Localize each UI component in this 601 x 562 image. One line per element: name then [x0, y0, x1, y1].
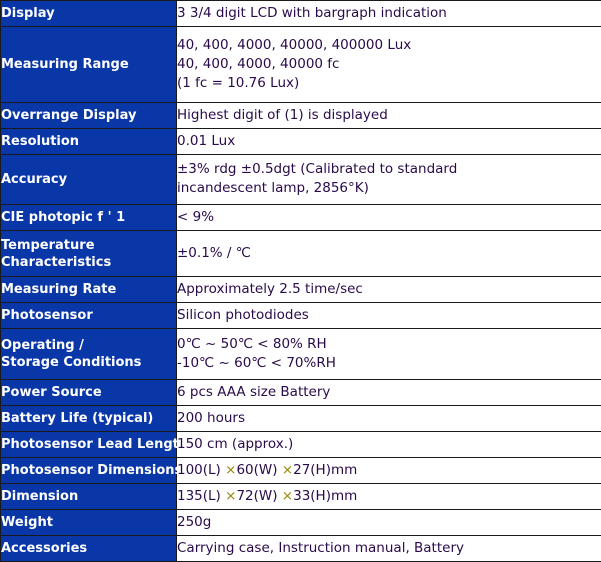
spec-value-line: -10℃ ~ 60℃ < 70%RH	[177, 354, 336, 371]
spec-label-cell: Dimension	[0, 482, 177, 510]
specifications-table: Display 3 3/4 digit LCD with bargraph ind…	[0, 0, 601, 562]
spec-value-cell: 150 cm (approx.)	[176, 430, 601, 458]
spec-label-cell: Accuracy	[0, 153, 177, 206]
spec-value-cell: Carrying case, Instruction manual, Batte…	[176, 534, 601, 562]
spec-label-cell: Accessories	[0, 534, 177, 562]
spec-value-line: ±3% rdg ±0.5dgt (Calibrated to standard	[177, 161, 458, 178]
spec-value-cell: < 9%	[176, 204, 601, 232]
spec-value-cell: Highest digit of (1) is displayed	[176, 101, 601, 129]
spec-value-line: ±0.1% / ℃	[177, 245, 251, 262]
spec-value-line: 100(L) ×60(W) ×27(H)mm	[177, 461, 358, 478]
spec-label-cell: Photosensor Dimensions	[0, 456, 183, 484]
spec-label-line: CIE photopic f ' 1	[1, 210, 126, 226]
spec-value-line: Highest digit of (1) is displayed	[177, 106, 388, 123]
table-row: Measuring Rate Approximately 2.5 time/sec	[0, 275, 601, 303]
spec-value-line: Approximately 2.5 time/sec	[177, 280, 363, 297]
spec-value-line: < 9%	[177, 209, 215, 226]
spec-label-line: Accessories	[1, 540, 88, 556]
spec-value-line: 40, 400, 4000, 40000 fc	[177, 55, 340, 72]
spec-value-cell: Silicon photodiodes	[176, 301, 601, 329]
spec-label-cell: Overrange Display	[0, 101, 177, 129]
spec-value-cell: 0.01 Lux	[176, 127, 601, 155]
spec-value-cell: 200 hours	[176, 404, 601, 432]
spec-label-cell: CIE photopic f ' 1	[0, 204, 177, 232]
spec-value-line: 40, 400, 4000, 40000, 400000 Lux	[177, 36, 412, 53]
spec-value-line: 150 cm (approx.)	[177, 435, 294, 452]
spec-label-cell: Photosensor Lead Length	[0, 430, 189, 458]
spec-value-cell: 40, 400, 4000, 40000, 400000 Lux 40, 400,…	[176, 26, 601, 103]
spec-value-cell: 3 3/4 digit LCD with bargraph indication	[176, 0, 601, 28]
spec-value-line: Carrying case, Instruction manual, Batte…	[177, 539, 464, 556]
table-row: Dimension 135(L) ×72(W) ×33(H)mm	[0, 482, 601, 510]
spec-label-cell: Resolution	[0, 127, 177, 155]
table-row: Battery Life (typical) 200 hours	[0, 404, 601, 432]
spec-label-line: Operating /	[1, 337, 84, 353]
spec-label-line: Storage Conditions	[1, 354, 142, 370]
spec-label-cell: Temperature Characteristics	[0, 230, 177, 277]
spec-label-cell: Battery Life (typical)	[0, 404, 177, 432]
spec-label-cell: Operating / Storage Conditions	[0, 327, 177, 380]
spec-value-cell: 6 pcs AAA size Battery	[176, 378, 601, 406]
spec-label-line: Characteristics	[1, 254, 112, 270]
spec-value-cell: Approximately 2.5 time/sec	[176, 275, 601, 303]
spec-value-line: (1 fc = 10.76 Lux)	[177, 74, 300, 91]
spec-value-cell: 250g	[176, 508, 601, 536]
spec-label-line: Photosensor	[1, 307, 93, 323]
spec-label-line: Dimension	[1, 488, 79, 504]
spec-label-cell: Power Source	[0, 378, 177, 406]
spec-value-line: 0℃ ~ 50℃ < 80% RH	[177, 335, 327, 352]
spec-label-line: Battery Life (typical)	[1, 410, 154, 426]
spec-label-line: Display	[1, 6, 55, 22]
table-row: Display 3 3/4 digit LCD with bargraph ind…	[0, 0, 601, 28]
table-row: Accessories Carrying case, Instruction ma…	[0, 534, 601, 562]
spec-label-line: Photosensor Dimensions	[1, 462, 183, 478]
table-row: Resolution 0.01 Lux	[0, 127, 601, 155]
spec-label-cell: Measuring Rate	[0, 275, 177, 303]
spec-value-cell: 135(L) ×72(W) ×33(H)mm	[176, 482, 601, 510]
table-row: Measuring Range 40, 400, 4000, 40000, 400…	[0, 26, 601, 103]
spec-label-cell: Measuring Range	[0, 26, 177, 103]
spec-label-line: Accuracy	[1, 171, 68, 187]
spec-label-line: Photosensor Lead Length	[1, 436, 189, 452]
spec-value-line: 135(L) ×72(W) ×33(H)mm	[177, 487, 358, 504]
spec-value-line: 0.01 Lux	[177, 132, 236, 149]
spec-value-line: 200 hours	[177, 409, 246, 426]
spec-label-line: Power Source	[1, 384, 102, 400]
table-row: CIE photopic f ' 1 < 9%	[0, 204, 601, 232]
spec-value-cell: ±3% rdg ±0.5dgt (Calibrated to standard i…	[176, 153, 601, 206]
spec-value-cell: 0℃ ~ 50℃ < 80% RH -10℃ ~ 60℃ < 70%RH	[176, 327, 601, 380]
spec-label-line: Temperature	[1, 237, 95, 253]
spec-label-cell: Display	[0, 0, 177, 28]
table-row: Accuracy ±3% rdg ±0.5dgt (Calibrated to s…	[0, 153, 601, 206]
spec-value-cell: ±0.1% / ℃	[176, 230, 601, 277]
spec-label-line: Resolution	[1, 133, 80, 149]
table-row: Overrange Display Highest digit of (1) is…	[0, 101, 601, 129]
spec-label-line: Weight	[1, 514, 53, 530]
specifications-table-body: Display 3 3/4 digit LCD with bargraph ind…	[0, 0, 601, 562]
spec-value-line: 6 pcs AAA size Battery	[177, 383, 331, 400]
table-row: Power Source 6 pcs AAA size Battery	[0, 378, 601, 406]
spec-label-cell: Weight	[0, 508, 177, 536]
spec-value-line: Silicon photodiodes	[177, 306, 309, 323]
table-row: Photosensor Silicon photodiodes	[0, 301, 601, 329]
spec-label-line: Measuring Range	[1, 56, 129, 72]
table-row: Photosensor Lead Length 150 cm (approx.)	[0, 430, 601, 458]
spec-label-line: Measuring Rate	[1, 281, 117, 297]
spec-value-line: 3 3/4 digit LCD with bargraph indication	[177, 5, 447, 22]
table-row: Temperature Characteristics ±0.1% / ℃	[0, 230, 601, 277]
spec-label-line: Overrange Display	[1, 107, 137, 123]
spec-value-line: 250g	[177, 513, 212, 530]
table-row: Photosensor Dimensions 100(L) ×60(W) ×27(…	[0, 456, 601, 484]
table-row: Weight 250g	[0, 508, 601, 536]
spec-value-cell: 100(L) ×60(W) ×27(H)mm	[176, 456, 601, 484]
table-row: Operating / Storage Conditions 0℃ ~ 50℃ < …	[0, 327, 601, 380]
spec-label-cell: Photosensor	[0, 301, 177, 329]
spec-value-line: incandescent lamp, 2856°K)	[177, 180, 369, 197]
